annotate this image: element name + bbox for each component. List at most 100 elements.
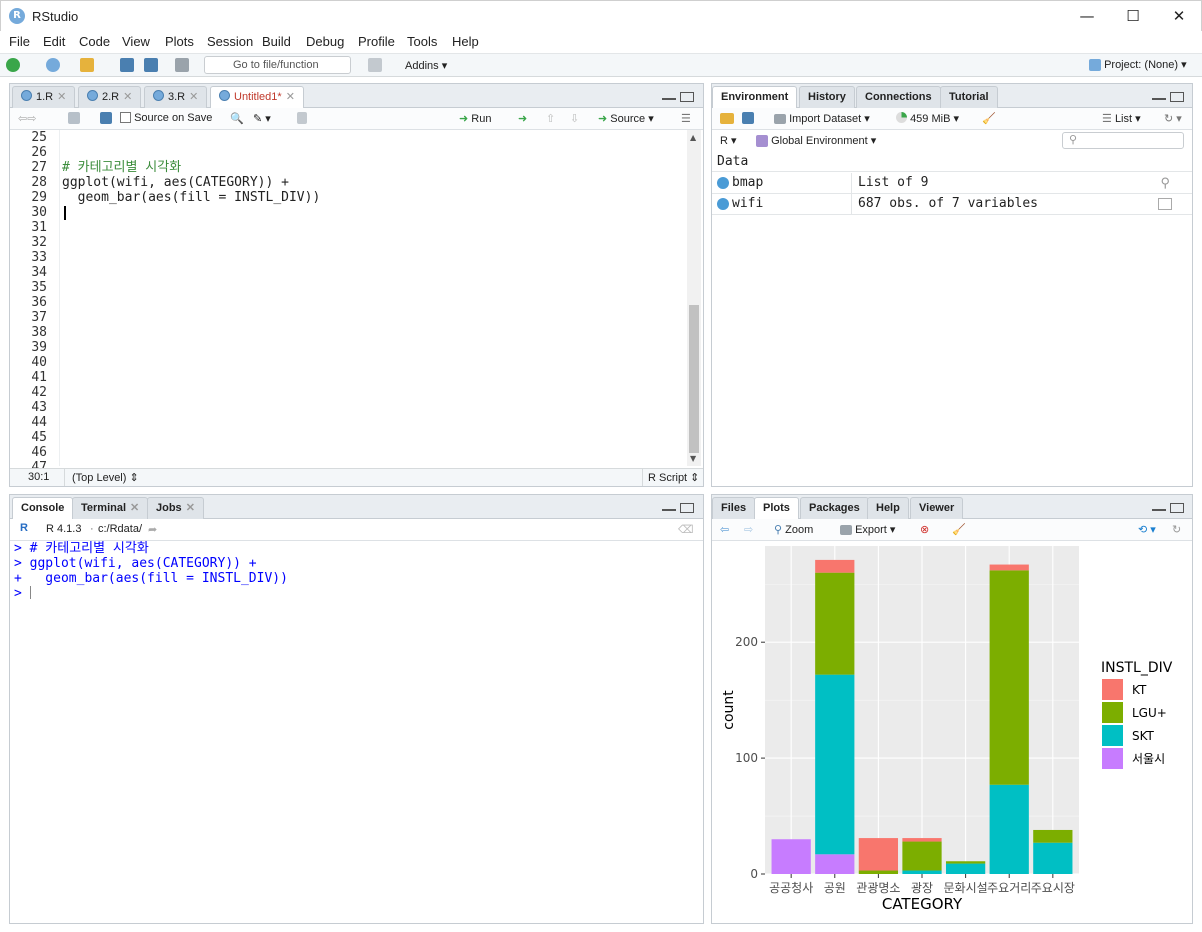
- tab-1-r[interactable]: 1.R ✕: [12, 86, 76, 108]
- close-button[interactable]: ✕: [1156, 1, 1202, 31]
- tab-files[interactable]: Files: [712, 497, 756, 519]
- maximize-pane-icon[interactable]: [680, 92, 694, 102]
- menu-session[interactable]: Session: [207, 34, 253, 49]
- maximize-pane-icon[interactable]: [1170, 92, 1184, 102]
- editor-scrollbar[interactable]: ▲ ▼: [687, 130, 701, 466]
- compile-report-icon[interactable]: [297, 112, 307, 125]
- run-button[interactable]: ➜ Run: [459, 112, 491, 125]
- pane-layout-icon[interactable]: [368, 58, 382, 75]
- code-line[interactable]: ggplot(wifi, aes(CATEGORY)) +: [62, 175, 688, 190]
- close-tab-icon[interactable]: ✕: [186, 502, 195, 514]
- code-line[interactable]: [62, 145, 688, 160]
- environment-scope-selector[interactable]: Global Environment ▾: [756, 134, 876, 148]
- minimize-button[interactable]: —: [1064, 1, 1110, 31]
- menu-profile[interactable]: Profile: [358, 34, 395, 49]
- tab-connections[interactable]: Connections: [856, 86, 941, 108]
- code-line[interactable]: [62, 445, 688, 460]
- code-line[interactable]: [62, 220, 688, 235]
- tab-environment[interactable]: Environment: [712, 86, 798, 109]
- tab-packages[interactable]: Packages: [800, 497, 869, 519]
- code-line[interactable]: [62, 355, 688, 370]
- code-line[interactable]: [62, 280, 688, 295]
- file-type-selector[interactable]: R Script ⇕: [648, 471, 699, 484]
- save-file-icon[interactable]: [100, 112, 112, 125]
- editor-scroll-thumb[interactable]: [689, 305, 699, 453]
- code-line[interactable]: [62, 400, 688, 415]
- clear-plots-icon[interactable]: 🧹: [952, 523, 966, 536]
- next-plot-icon[interactable]: ⇨: [744, 523, 753, 536]
- print-icon[interactable]: [175, 58, 189, 75]
- new-project-icon[interactable]: [46, 58, 60, 75]
- tab-jobs[interactable]: Jobs ✕: [147, 497, 204, 519]
- code-line[interactable]: [62, 205, 688, 220]
- menu-edit[interactable]: Edit: [43, 34, 65, 49]
- scope-selector[interactable]: (Top Level) ⇕: [72, 471, 139, 484]
- code-line[interactable]: [62, 385, 688, 400]
- tab-plots[interactable]: Plots: [754, 497, 799, 520]
- scroll-down-icon[interactable]: ▼: [690, 454, 696, 463]
- addins-menu[interactable]: Addins ▾: [405, 59, 447, 76]
- import-dataset-button[interactable]: Import Dataset ▾: [774, 112, 870, 125]
- tab-tutorial[interactable]: Tutorial: [940, 86, 998, 108]
- show-in-window-icon[interactable]: [68, 112, 80, 125]
- code-line[interactable]: # 카테고리별 시각화: [62, 160, 688, 175]
- code-line[interactable]: [62, 130, 688, 145]
- env-row-wifi[interactable]: wifi 687 obs. of 7 variables: [712, 194, 1192, 215]
- project-menu[interactable]: Project: (None) ▾: [1089, 58, 1187, 75]
- menu-debug[interactable]: Debug: [306, 34, 344, 49]
- code-line[interactable]: geom_bar(aes(fill = INSTL_DIV)): [62, 190, 688, 205]
- minimize-pane-icon[interactable]: [662, 509, 676, 511]
- code-line[interactable]: [62, 430, 688, 445]
- close-tab-icon[interactable]: ✕: [130, 502, 139, 514]
- minimize-pane-icon[interactable]: [1152, 98, 1166, 100]
- code-editor[interactable]: # 카테고리별 시각화 ggplot(wifi, aes(CATEGORY)) +…: [62, 130, 688, 466]
- code-line[interactable]: [62, 295, 688, 310]
- new-file-icon[interactable]: [6, 58, 20, 75]
- code-line[interactable]: [62, 415, 688, 430]
- back-icon[interactable]: ⇦⇨: [18, 112, 36, 125]
- close-tab-icon[interactable]: ✕: [123, 91, 132, 103]
- menu-build[interactable]: Build: [262, 34, 291, 49]
- go-up-icon[interactable]: ⇧: [546, 112, 555, 125]
- maximize-button[interactable]: ☐: [1110, 1, 1156, 31]
- tab-history[interactable]: History: [799, 86, 855, 108]
- minimize-pane-icon[interactable]: [662, 98, 676, 100]
- code-line[interactable]: [62, 370, 688, 385]
- save-workspace-icon[interactable]: [742, 112, 754, 125]
- previous-plot-icon[interactable]: ⇦: [720, 523, 729, 536]
- expand-icon[interactable]: [717, 198, 729, 210]
- menu-plots[interactable]: Plots: [165, 34, 194, 49]
- view-mode-button[interactable]: ☰ List ▾: [1102, 112, 1141, 125]
- goto-file-input[interactable]: Go to file/function: [204, 56, 351, 74]
- menu-code[interactable]: Code: [79, 34, 110, 49]
- memory-usage-button[interactable]: 459 MiB ▾: [896, 112, 959, 125]
- close-tab-icon[interactable]: ✕: [286, 91, 295, 103]
- refresh-icon[interactable]: ↻ ▾: [1164, 112, 1182, 125]
- load-workspace-icon[interactable]: [720, 112, 734, 124]
- code-line[interactable]: [62, 340, 688, 355]
- go-down-icon[interactable]: ⇩: [570, 112, 579, 125]
- view-object-icon[interactable]: ⚲: [1160, 176, 1170, 191]
- menu-help[interactable]: Help: [452, 34, 479, 49]
- open-file-icon[interactable]: [80, 58, 94, 75]
- language-selector[interactable]: R ▾: [720, 134, 737, 147]
- find-icon[interactable]: 🔍: [230, 112, 244, 125]
- view-table-icon[interactable]: [1158, 198, 1172, 210]
- scroll-up-icon[interactable]: ▲: [690, 133, 696, 142]
- menu-view[interactable]: View: [122, 34, 150, 49]
- close-tab-icon[interactable]: ✕: [189, 91, 198, 103]
- maximize-pane-icon[interactable]: [680, 503, 694, 513]
- code-line[interactable]: [62, 325, 688, 340]
- tab-console[interactable]: Console: [12, 497, 74, 520]
- code-tools-icon[interactable]: ✎ ▾: [253, 112, 271, 125]
- code-line[interactable]: [62, 265, 688, 280]
- minimize-pane-icon[interactable]: [1152, 509, 1166, 511]
- menu-tools[interactable]: Tools: [407, 34, 437, 49]
- zoom-button[interactable]: ⚲ Zoom: [774, 523, 813, 536]
- tab-viewer[interactable]: Viewer: [910, 497, 964, 519]
- tab-untitled1[interactable]: Untitled1* ✕: [210, 86, 304, 109]
- go-to-directory-icon[interactable]: ➦: [148, 523, 157, 536]
- env-row-bmap[interactable]: bmap List of 9 ⚲: [712, 173, 1192, 194]
- source-on-save-checkbox[interactable]: Source on Save: [120, 112, 212, 124]
- refresh-icon[interactable]: ↻: [1172, 523, 1181, 536]
